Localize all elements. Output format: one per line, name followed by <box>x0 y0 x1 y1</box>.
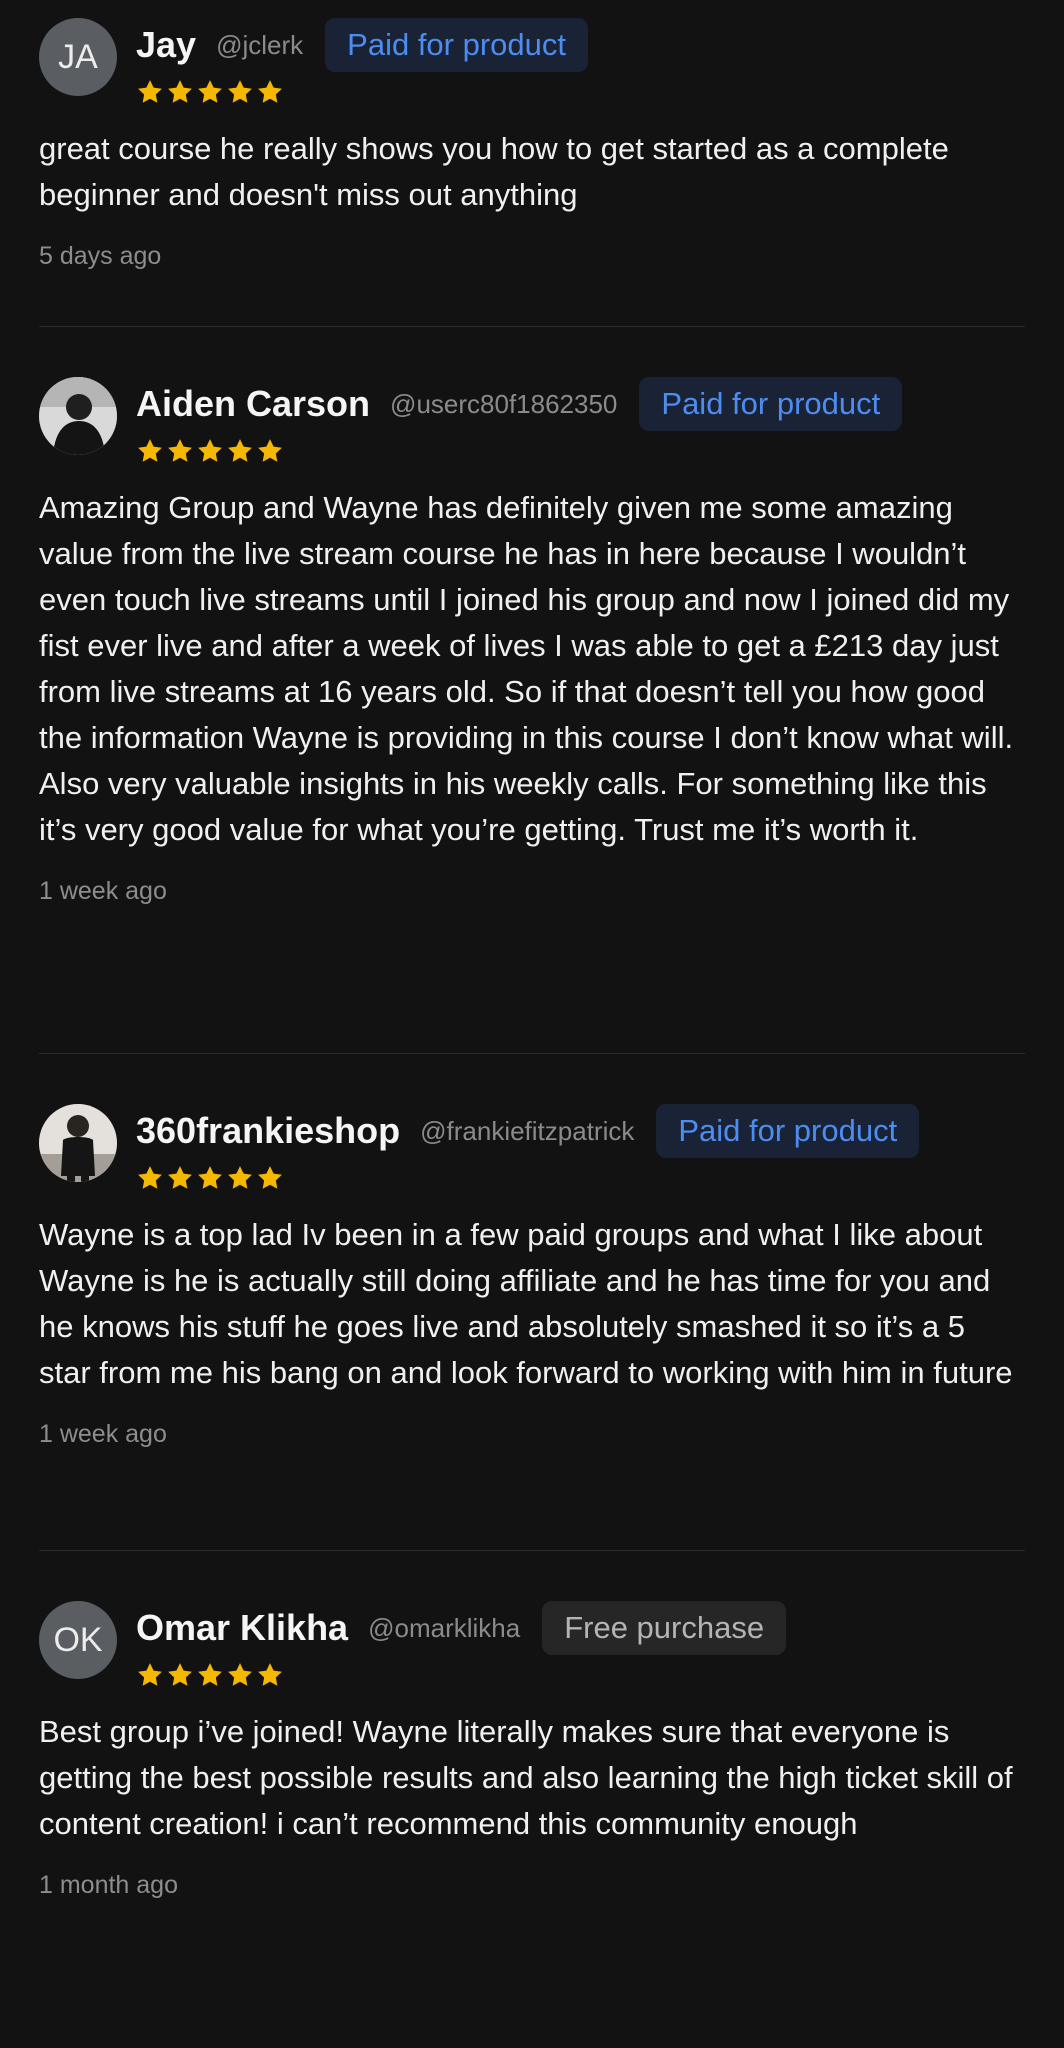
review-author-line: Aiden Carson @userc80f1862350 Paid for p… <box>136 377 903 431</box>
star-icon <box>168 1663 192 1686</box>
reviews-list: JA Jay @jclerk Paid for product great co… <box>0 0 1064 2048</box>
star-icon <box>138 80 162 103</box>
profile-photo <box>39 1104 117 1182</box>
review-item: OK Omar Klikha @omarklikha Free purchase… <box>39 1601 1025 1900</box>
review-author-line: Omar Klikha @omarklikha Free purchase <box>136 1601 787 1655</box>
reviewer-handle[interactable]: @userc80f1862350 <box>390 389 617 420</box>
star-icon <box>228 439 252 462</box>
review-author-line: Jay @jclerk Paid for product <box>136 18 589 72</box>
review-header: JA Jay @jclerk Paid for product <box>39 18 1025 110</box>
review-header: Aiden Carson @userc80f1862350 Paid for p… <box>39 377 1025 469</box>
purchase-badge: Free purchase <box>542 1601 787 1655</box>
reviewer-handle[interactable]: @omarklikha <box>368 1613 520 1644</box>
reviewer-handle[interactable]: @jclerk <box>216 30 303 61</box>
review-divider <box>39 1550 1025 1551</box>
profile-photo <box>39 377 117 455</box>
review-timestamp: 1 week ago <box>39 877 167 905</box>
star-rating <box>136 1661 284 1689</box>
star-icon <box>168 80 192 103</box>
review-timestamp: 1 month ago <box>39 1871 178 1899</box>
review-item: JA Jay @jclerk Paid for product great co… <box>39 18 1025 271</box>
review-header: OK Omar Klikha @omarklikha Free purchase <box>39 1601 1025 1693</box>
purchase-badge: Paid for product <box>656 1104 920 1158</box>
review-item: 360frankieshop @frankiefitzpatrick Paid … <box>39 1104 1025 1449</box>
review-text: great course he really shows you how to … <box>39 131 949 212</box>
review-divider <box>39 326 1025 327</box>
avatar[interactable] <box>39 1104 117 1182</box>
star-icon <box>258 439 282 462</box>
reviewer-name[interactable]: Aiden Carson <box>136 383 370 425</box>
reviewer-name[interactable]: 360frankieshop <box>136 1110 400 1152</box>
review-timestamp: 5 days ago <box>39 242 162 270</box>
reviewer-name[interactable]: Jay <box>136 24 196 66</box>
star-rating <box>136 1164 284 1192</box>
review-text: Best group i’ve joined! Wayne literally … <box>39 1714 1013 1841</box>
review-text: Wayne is a top lad Iv been in a few paid… <box>39 1217 1013 1390</box>
star-icon <box>198 439 222 462</box>
star-icon <box>228 1166 252 1189</box>
review-text: Amazing Group and Wayne has definitely g… <box>39 490 1014 847</box>
star-icon <box>198 1166 222 1189</box>
star-icon <box>168 1166 192 1189</box>
star-icon <box>138 1166 162 1189</box>
star-icon <box>138 439 162 462</box>
star-icon <box>138 1663 162 1686</box>
review-item: Aiden Carson @userc80f1862350 Paid for p… <box>39 377 1025 906</box>
review-header: 360frankieshop @frankiefitzpatrick Paid … <box>39 1104 1025 1196</box>
star-icon <box>198 80 222 103</box>
reviewer-name[interactable]: Omar Klikha <box>136 1607 348 1649</box>
avatar[interactable]: OK <box>39 1601 117 1679</box>
star-icon <box>258 80 282 103</box>
avatar[interactable] <box>39 377 117 455</box>
review-divider <box>39 1053 1025 1054</box>
star-icon <box>198 1663 222 1686</box>
star-icon <box>258 1663 282 1686</box>
purchase-badge: Paid for product <box>639 377 903 431</box>
star-rating <box>136 437 284 465</box>
star-rating <box>136 78 284 106</box>
star-icon <box>228 80 252 103</box>
star-icon <box>168 439 192 462</box>
reviewer-handle[interactable]: @frankiefitzpatrick <box>420 1116 634 1147</box>
avatar[interactable]: JA <box>39 18 117 96</box>
purchase-badge: Paid for product <box>325 18 589 72</box>
star-icon <box>258 1166 282 1189</box>
review-author-line: 360frankieshop @frankiefitzpatrick Paid … <box>136 1104 920 1158</box>
review-timestamp: 1 week ago <box>39 1420 167 1448</box>
star-icon <box>228 1663 252 1686</box>
